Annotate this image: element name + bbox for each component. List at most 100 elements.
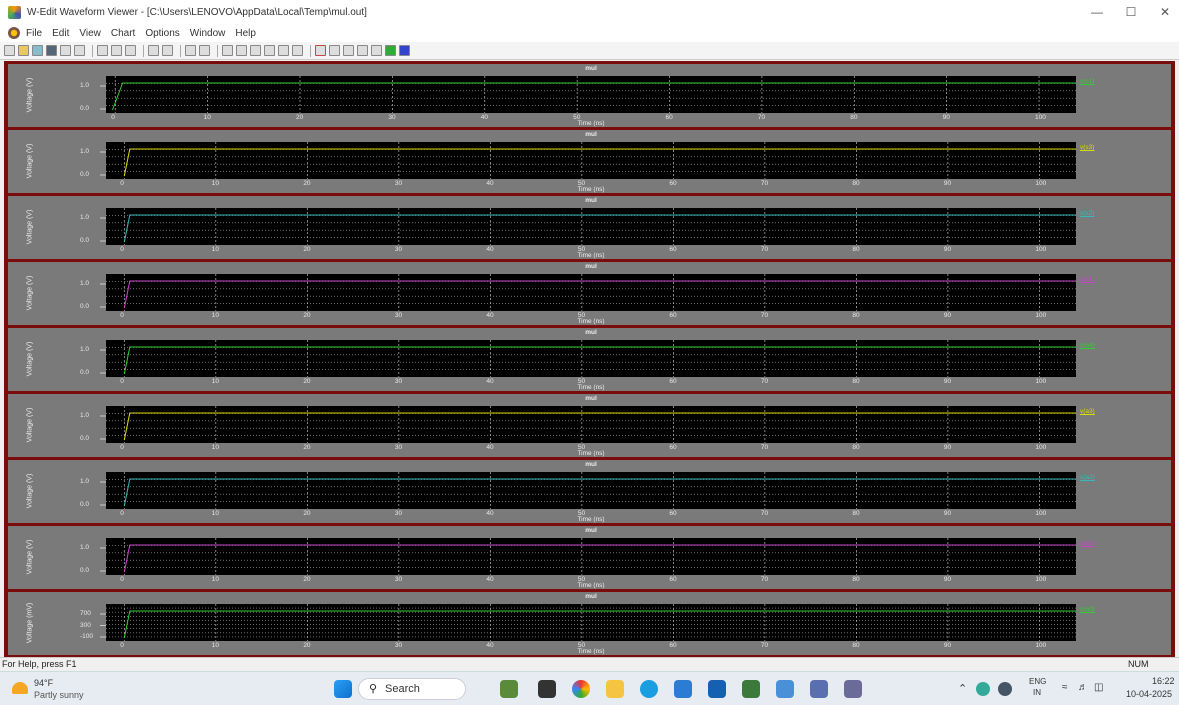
plot-canvas[interactable]	[8, 196, 1171, 259]
tray-settings-icon[interactable]	[998, 682, 1012, 696]
waveform-panel[interactable]: Voltage (V) mul 0 10 20 30 40 50 60 70 80 90 100 1.0 0…	[8, 394, 1171, 457]
cut-icon[interactable]	[97, 45, 108, 56]
tile-icon[interactable]	[236, 45, 247, 56]
legend-entry[interactable]: v(a2)	[1080, 474, 1095, 481]
waveform-panel[interactable]: Voltage (V) mul 0 10 20 30 40 50 60 70 80 90 100 1.0 0…	[8, 196, 1171, 259]
legend-entry[interactable]: v(s2)	[1080, 210, 1094, 217]
lang-primary[interactable]: ENG	[1029, 677, 1046, 686]
x-tick-label: 20	[303, 576, 311, 583]
start-icon[interactable]	[334, 680, 352, 698]
split-icon[interactable]	[278, 45, 289, 56]
copy-icon[interactable]	[111, 45, 122, 56]
clock-date[interactable]: 10-04-2025	[1126, 689, 1172, 699]
cursor-icon[interactable]	[315, 45, 326, 56]
maximize-button[interactable]: ☐	[1114, 0, 1148, 24]
chevron-up-icon[interactable]: ⌃	[958, 682, 967, 695]
play-icon[interactable]	[371, 45, 382, 56]
plot-background	[106, 340, 1076, 377]
legend-entry[interactable]: v(s1)	[1080, 78, 1094, 85]
minimize-button[interactable]: —	[1080, 0, 1114, 24]
y-tick-label: -100	[80, 633, 94, 640]
paste-icon[interactable]	[125, 45, 136, 56]
stack-icon[interactable]	[250, 45, 261, 56]
overlay-icon[interactable]	[222, 45, 233, 56]
app-w-edit-icon[interactable]	[810, 680, 828, 698]
close-button[interactable]: ✕	[1148, 0, 1179, 24]
legend-entry[interactable]: v(a1)	[1080, 540, 1095, 547]
menu-options[interactable]: Options	[145, 28, 179, 39]
legend-entry[interactable]: v(s3)	[1080, 144, 1094, 151]
x-tick-label: 20	[303, 444, 311, 451]
plot-canvas[interactable]	[8, 394, 1171, 457]
toolbar-divider	[180, 44, 181, 57]
plot-canvas[interactable]	[8, 262, 1171, 325]
legend-entry[interactable]: v(a3)	[1080, 408, 1095, 415]
battery-icon[interactable]: ◫	[1094, 682, 1103, 693]
menu-view[interactable]: View	[79, 28, 101, 39]
waveform-panel[interactable]: Voltage (V) mul 0 10 20 30 40 50 60 70 80 90 100 1.0 0…	[8, 328, 1171, 391]
wifi-icon[interactable]: ≈	[1062, 682, 1068, 693]
reload-icon[interactable]	[32, 45, 43, 56]
plot-canvas[interactable]	[8, 592, 1171, 655]
waveform-panel[interactable]: Voltage (V) mul 0 10 20 30 40 50 60 70 80 90 100 1.0 0…	[8, 130, 1171, 193]
x-tick-label: 10	[211, 180, 220, 187]
grid-icon[interactable]	[162, 45, 173, 56]
chart-remove-icon[interactable]	[199, 45, 210, 56]
menu-file[interactable]: File	[26, 28, 42, 39]
legend-entry[interactable]: v(a4)	[1080, 342, 1095, 349]
menu-window[interactable]: Window	[190, 28, 226, 39]
volume-icon[interactable]: ♬	[1078, 682, 1088, 693]
list-icon[interactable]	[148, 45, 159, 56]
waveform-panel[interactable]: Voltage (V) mul 0 10 20 30 40 50 60 70 80 90 100 1.0 0…	[8, 262, 1171, 325]
waveform-panel[interactable]: Voltage (mV) mul 0 10 20 30 40 50 60 70 80 90 100 700…	[8, 592, 1171, 655]
x-tick-label: 30	[394, 312, 403, 319]
chart-add-icon[interactable]	[185, 45, 196, 56]
print-icon[interactable]	[60, 45, 71, 56]
plot-canvas[interactable]	[8, 130, 1171, 193]
app-t-spice-icon[interactable]	[844, 680, 862, 698]
plot-canvas[interactable]	[8, 64, 1171, 127]
clock-time[interactable]: 16:22	[1152, 676, 1175, 686]
waveform-panel[interactable]: Voltage (V) mul 0 10 20 30 40 50 60 70 80 90 100 1.0 0…	[8, 460, 1171, 523]
weather-widget[interactable]: 94°F Partly sunny	[10, 676, 120, 702]
step-icon[interactable]	[343, 45, 354, 56]
weather-desc: Partly sunny	[34, 690, 84, 700]
info-icon[interactable]	[399, 45, 410, 56]
widgets-icon[interactable]	[538, 680, 556, 698]
measure-icon[interactable]	[329, 45, 340, 56]
plot-canvas[interactable]	[8, 460, 1171, 523]
document-icon[interactable]	[8, 27, 20, 39]
waveform-panel[interactable]: Voltage (V) mul 0 10 20 30 40 50 60 70 80 90 100 1.0 0…	[8, 526, 1171, 589]
task-view-icon[interactable]	[500, 680, 518, 698]
table-icon[interactable]	[292, 45, 303, 56]
x-tick-label: 20	[303, 378, 311, 385]
x-tick-label: 0	[120, 312, 124, 319]
search-box[interactable]: ⚲ Search	[358, 678, 466, 700]
x-tick-label: 80	[852, 642, 860, 649]
save-icon[interactable]	[46, 45, 57, 56]
pause-icon[interactable]	[357, 45, 368, 56]
plot-canvas[interactable]	[8, 328, 1171, 391]
x-tick-label: 100	[1035, 510, 1047, 517]
new-icon[interactable]	[4, 45, 15, 56]
app-tanner-icon[interactable]	[742, 680, 760, 698]
app-s-edit-icon[interactable]	[776, 680, 794, 698]
menu-help[interactable]: Help	[235, 28, 256, 39]
menu-chart[interactable]: Chart	[111, 28, 135, 39]
lang-secondary[interactable]: IN	[1033, 688, 1041, 697]
stop-icon[interactable]	[385, 45, 396, 56]
app-l-icon[interactable]	[708, 680, 726, 698]
tray-app-icon[interactable]	[976, 682, 990, 696]
open-icon[interactable]	[18, 45, 29, 56]
edge-icon[interactable]	[640, 680, 658, 698]
legend-entry[interactable]: v(s1)	[1080, 276, 1094, 283]
file-explorer-icon[interactable]	[606, 680, 624, 698]
print-preview-icon[interactable]	[74, 45, 85, 56]
plot-canvas[interactable]	[8, 526, 1171, 589]
copilot-icon[interactable]	[572, 680, 590, 698]
store-icon[interactable]	[674, 680, 692, 698]
expand-icon[interactable]	[264, 45, 275, 56]
legend-entry[interactable]: v(a0)	[1080, 606, 1095, 613]
menu-edit[interactable]: Edit	[52, 28, 69, 39]
waveform-panel[interactable]: Voltage (V) mul 0 10 20 30 40 50 60 70 80 90 100 1.0 0…	[8, 64, 1171, 127]
